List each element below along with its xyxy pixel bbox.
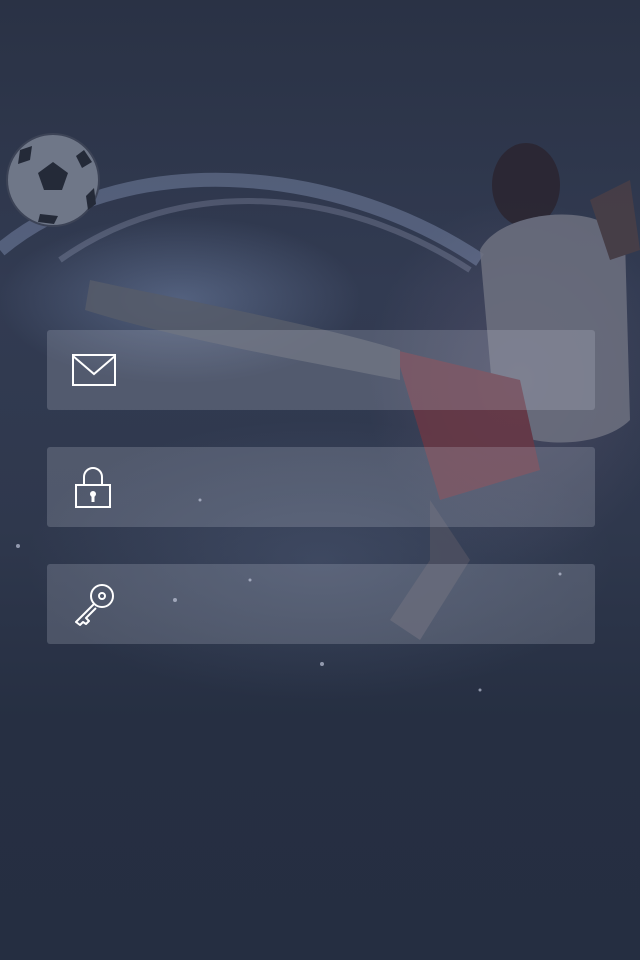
key-icon xyxy=(71,582,117,626)
key-input[interactable] xyxy=(137,564,577,644)
envelope-icon xyxy=(71,348,117,392)
lock-icon xyxy=(71,465,117,509)
email-field[interactable] xyxy=(47,330,595,410)
soccer-ball xyxy=(6,133,100,227)
key-field[interactable] xyxy=(47,564,595,644)
email-input[interactable] xyxy=(137,330,577,410)
password-field[interactable] xyxy=(47,447,595,527)
password-input[interactable] xyxy=(137,447,577,527)
